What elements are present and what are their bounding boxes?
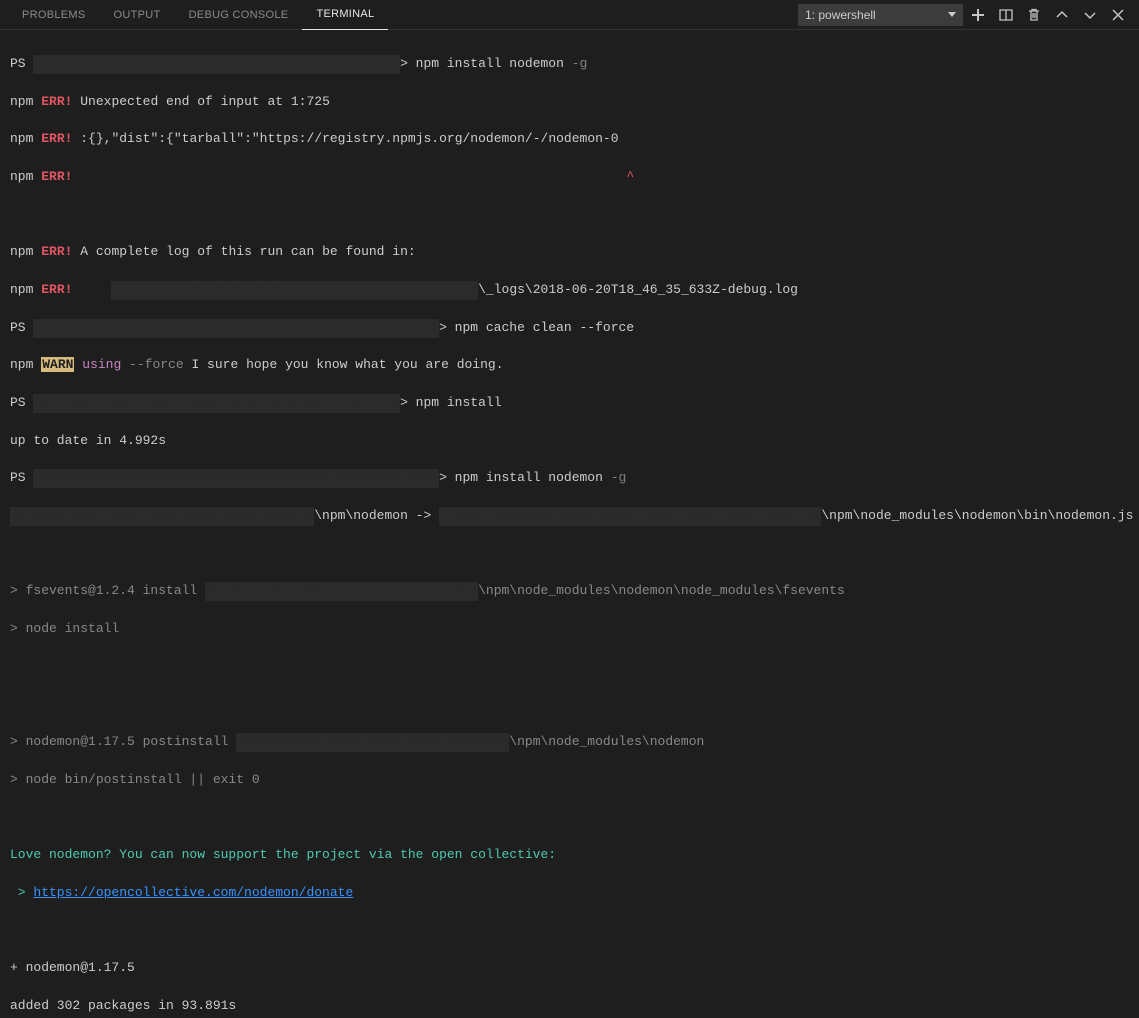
terminal-line: > node install: [10, 620, 1129, 639]
terminal-line: npm ERR! XXXXXXXXXXXXXXXXXXXXXXXXXXXXXXX…: [10, 281, 1129, 300]
terminal-line: > fsevents@1.2.4 install XXXXXXXXXXXXXXX…: [10, 582, 1129, 601]
close-panel-button[interactable]: [1105, 2, 1131, 28]
terminal-line: npm ERR! Unexpected end of input at 1:72…: [10, 93, 1129, 112]
terminal-line: [10, 922, 1129, 941]
tab-debug-console[interactable]: DEBUG CONSOLE: [175, 0, 303, 30]
terminal-line: + nodemon@1.17.5: [10, 959, 1129, 978]
panel-actions: 1: powershell: [798, 2, 1131, 28]
terminal-line: PS XXXXXXXXXXXXXXXXXXXXXXXXXXXXXXXXXXXXX…: [10, 55, 1129, 74]
terminal-output[interactable]: PS XXXXXXXXXXXXXXXXXXXXXXXXXXXXXXXXXXXXX…: [0, 30, 1139, 1018]
terminal-line: > nodemon@1.17.5 postinstall XXXXXXXXXXX…: [10, 733, 1129, 752]
terminal-line: [10, 206, 1129, 225]
terminal-line: PS XXXXXXXXXXXXXXXXXXXXXXXXXXXXXXXXXXXXX…: [10, 394, 1129, 413]
terminal-line: Love nodemon? You can now support the pr…: [10, 846, 1129, 865]
terminal-line: npm WARN using --force I sure hope you k…: [10, 356, 1129, 375]
close-icon: [1110, 7, 1126, 23]
terminal-line: > https://opencollective.com/nodemon/don…: [10, 884, 1129, 903]
hide-panel-button[interactable]: [1077, 2, 1103, 28]
plus-icon: [970, 7, 986, 23]
terminal-line: npm ERR! ^: [10, 168, 1129, 187]
terminal-line: added 302 packages in 93.891s: [10, 997, 1129, 1016]
terminal-line: [10, 696, 1129, 715]
terminal-picker[interactable]: 1: powershell: [798, 4, 963, 26]
terminal-line: PS XXXXXXXXXXXXXXXXXXXXXXXXXXXXXXXXXXXXX…: [10, 469, 1129, 488]
terminal-line: up to date in 4.992s: [10, 432, 1129, 451]
terminal-line: [10, 545, 1129, 564]
kill-terminal-button[interactable]: [1021, 2, 1047, 28]
terminal-line: > node bin/postinstall || exit 0: [10, 771, 1129, 790]
chevron-up-icon: [1054, 7, 1070, 23]
terminal-line: npm ERR! A complete log of this run can …: [10, 243, 1129, 262]
split-icon: [998, 7, 1014, 23]
maximize-panel-button[interactable]: [1049, 2, 1075, 28]
terminal-line: [10, 658, 1129, 677]
tab-problems[interactable]: PROBLEMS: [8, 0, 100, 30]
split-terminal-button[interactable]: [993, 2, 1019, 28]
tab-terminal[interactable]: TERMINAL: [302, 0, 388, 30]
terminal-line: npm ERR! :{},"dist":{"tarball":"https://…: [10, 130, 1129, 149]
terminal-picker-label: 1: powershell: [805, 8, 876, 22]
new-terminal-button[interactable]: [965, 2, 991, 28]
trash-icon: [1026, 7, 1042, 23]
panel-header: PROBLEMS OUTPUT DEBUG CONSOLE TERMINAL 1…: [0, 0, 1139, 30]
panel-tabs: PROBLEMS OUTPUT DEBUG CONSOLE TERMINAL: [8, 0, 798, 30]
chevron-down-icon: [948, 12, 956, 17]
chevron-down-icon: [1082, 7, 1098, 23]
tab-output[interactable]: OUTPUT: [100, 0, 175, 30]
terminal-line: XXXXXXXXXXXXXXXXXXXXXXXXXXXXXXXXXXXXXXX\…: [10, 507, 1129, 526]
terminal-line: [10, 809, 1129, 828]
terminal-line: PS XXXXXXXXXXXXXXXXXXXXXXXXXXXXXXXXXXXXX…: [10, 319, 1129, 338]
donate-link[interactable]: https://opencollective.com/nodemon/donat…: [33, 885, 353, 900]
